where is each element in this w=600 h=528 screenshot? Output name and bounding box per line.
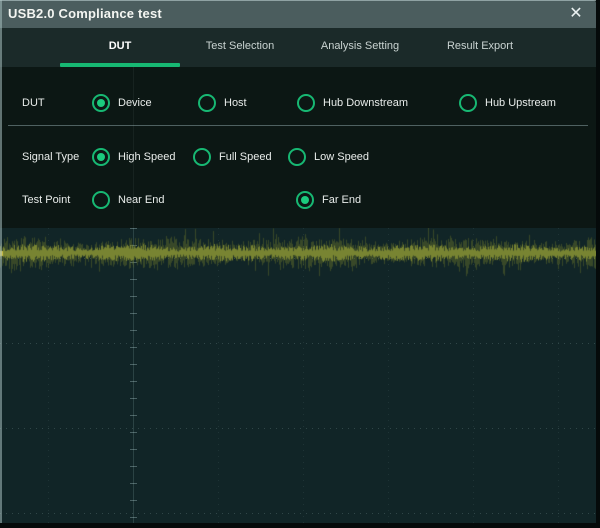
radio-circle-icon[interactable] [288, 148, 306, 166]
radio-option-hub-downstream[interactable]: Hub Downstream [297, 89, 408, 117]
tab-analysis-setting[interactable]: Analysis Setting [300, 28, 420, 67]
radio-option-full-speed[interactable]: Full Speed [193, 143, 272, 171]
radio-circle-icon[interactable] [297, 94, 315, 112]
radio-circle-icon[interactable] [92, 191, 110, 209]
radio-circle-icon[interactable] [198, 94, 216, 112]
radio-option-label: High Speed [118, 151, 176, 163]
tab-result-export[interactable]: Result Export [420, 28, 540, 67]
dut-settings-panel: DUT Device Host Hub Downstream Hub Upstream S… [0, 67, 596, 228]
scope-display [0, 228, 596, 523]
radio-row-test-point: Test Point Near End Far End [0, 186, 596, 214]
radio-option-device[interactable]: Device [92, 89, 152, 117]
section-divider [8, 125, 588, 126]
radio-option-label: Device [118, 97, 152, 109]
radio-option-hub-upstream[interactable]: Hub Upstream [459, 89, 556, 117]
row-label-signal-type: Signal Type [22, 143, 79, 171]
radio-option-label: Near End [118, 194, 164, 206]
radio-option-label: Hub Downstream [323, 97, 408, 109]
waveform-canvas [0, 228, 596, 523]
radio-option-high-speed[interactable]: High Speed [92, 143, 176, 171]
close-icon[interactable]: ✕ [560, 0, 592, 28]
radio-option-label: Host [224, 97, 247, 109]
dialog-title: USB2.0 Compliance test [8, 0, 162, 28]
radio-circle-icon[interactable] [296, 191, 314, 209]
usb-compliance-dialog: USB2.0 Compliance test ✕ DUTTest Selecti… [0, 0, 596, 523]
radio-option-label: Hub Upstream [485, 97, 556, 109]
tab-test-selection[interactable]: Test Selection [180, 28, 300, 67]
radio-option-host[interactable]: Host [198, 89, 247, 117]
radio-row-signal-type: Signal Type High Speed Full Speed Low Speed [0, 143, 596, 171]
radio-circle-icon[interactable] [92, 148, 110, 166]
radio-option-near-end[interactable]: Near End [92, 186, 164, 214]
radio-circle-icon[interactable] [92, 94, 110, 112]
row-label-test-point: Test Point [22, 186, 70, 214]
tab-dut[interactable]: DUT [60, 28, 180, 67]
radio-option-low-speed[interactable]: Low Speed [288, 143, 369, 171]
radio-circle-icon[interactable] [193, 148, 211, 166]
row-label-dut: DUT [22, 89, 45, 117]
radio-option-label: Far End [322, 194, 361, 206]
radio-option-label: Low Speed [314, 151, 369, 163]
dialog-titlebar[interactable]: USB2.0 Compliance test ✕ [0, 0, 596, 28]
radio-circle-icon[interactable] [459, 94, 477, 112]
oscilloscope-screen: USB2.0 Compliance test ✕ DUTTest Selecti… [0, 0, 600, 528]
radio-option-label: Full Speed [219, 151, 272, 163]
radio-row-dut: DUT Device Host Hub Downstream Hub Upstream [0, 89, 596, 117]
tab-bar: DUTTest SelectionAnalysis SettingResult … [0, 28, 596, 67]
radio-option-far-end[interactable]: Far End [296, 186, 361, 214]
